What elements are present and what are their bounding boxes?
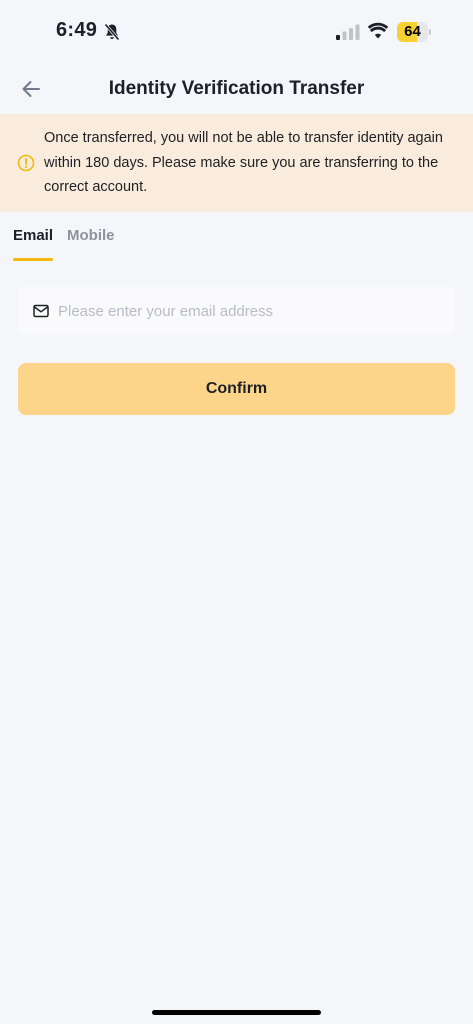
email-field[interactable] bbox=[18, 287, 455, 335]
confirm-button[interactable]: Confirm bbox=[18, 363, 455, 415]
warning-circle-icon bbox=[17, 154, 35, 172]
tab-mobile[interactable]: Mobile bbox=[67, 227, 115, 244]
battery-body: 64 bbox=[397, 22, 428, 42]
wifi-icon bbox=[367, 22, 389, 39]
battery-icon: 64 bbox=[397, 22, 431, 42]
header: Identity Verification Transfer bbox=[0, 64, 473, 114]
home-indicator bbox=[152, 1010, 321, 1015]
battery-tip bbox=[429, 29, 431, 35]
status-time: 6:49 bbox=[56, 19, 98, 41]
page-title: Identity Verification Transfer bbox=[108, 78, 365, 99]
mail-icon bbox=[33, 304, 49, 318]
signal-icon bbox=[336, 24, 360, 40]
status-bar: 6:49 64 bbox=[0, 0, 473, 64]
email-input[interactable] bbox=[58, 287, 438, 335]
tab-bar: Email Mobile bbox=[0, 212, 473, 264]
bell-slash-icon bbox=[104, 23, 120, 41]
active-tab-indicator bbox=[13, 258, 53, 261]
battery-level: 64 bbox=[404, 23, 421, 40]
warning-text: Once transferred, you will not be able t… bbox=[44, 130, 443, 195]
tab-email[interactable]: Email bbox=[13, 227, 53, 244]
